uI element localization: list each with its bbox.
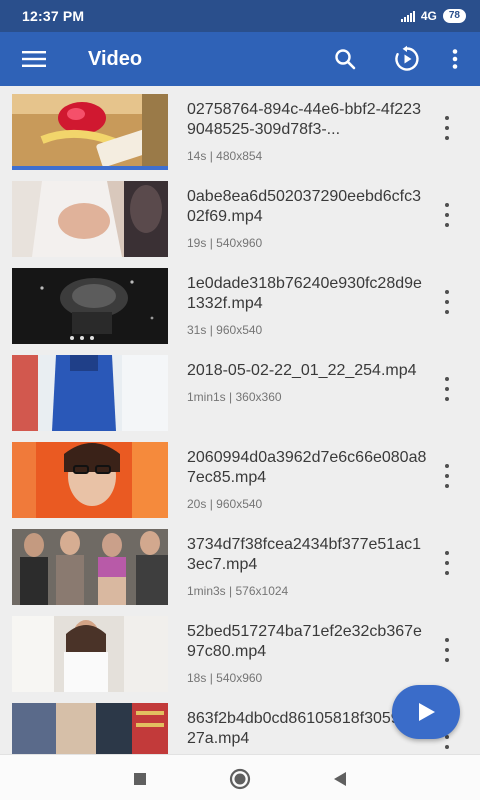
battery-icon: 78 [442, 9, 466, 23]
video-thumbnail[interactable] [12, 616, 168, 692]
resume-play-icon [395, 45, 419, 71]
meta-separator: | [209, 497, 213, 511]
status-time: 12:37 PM [22, 8, 85, 24]
page-title: Video [88, 47, 143, 70]
portrait-thumbnail-image [12, 442, 168, 518]
video-duration: 14s [187, 149, 207, 163]
video-thumbnail[interactable] [12, 94, 168, 170]
night-thumbnail-image [12, 268, 168, 344]
white-shirts-thumbnail-image [12, 616, 168, 692]
meta-separator: | [209, 149, 213, 163]
video-resolution: 960x540 [216, 497, 263, 511]
video-name: 863f2b4db0cd86105818f3059f0d27a.mp4 [187, 710, 422, 747]
video-meta: 20s | 960x540 [187, 497, 427, 511]
item-more-icon[interactable] [442, 464, 452, 488]
video-meta: 18s | 540x960 [187, 671, 427, 685]
video-meta: 19s | 540x960 [187, 236, 427, 250]
more-options-button[interactable] [438, 32, 472, 86]
item-more-icon[interactable] [442, 290, 452, 314]
video-duration: 1min3s [187, 584, 226, 598]
search-button[interactable] [314, 32, 376, 86]
recent-apps-icon [134, 773, 146, 785]
video-resolution: 960x540 [216, 323, 263, 337]
signal-icon [400, 10, 415, 22]
video-item[interactable]: 02758764-894c-44e6-bbf2-4f2239048525-309… [0, 86, 480, 173]
app-bar: Video [0, 32, 480, 86]
blue-dress-thumbnail-image [12, 355, 168, 431]
video-thumbnail[interactable] [12, 529, 168, 605]
video-name: 3734d7f38fcea2434bf377e51ac13ec7.mp4 [187, 536, 421, 573]
ring-thumbnail-image [12, 94, 168, 166]
video-name: 2018-05-02-22_01_22_254.mp4 [187, 362, 417, 379]
video-resolution: 360x360 [235, 390, 282, 404]
status-icons: 4G 78 [400, 9, 466, 23]
meta-separator: | [229, 584, 233, 598]
video-item[interactable]: 2060994d0a3962d7e6c66e080a87ec85.mp4 20s… [0, 434, 480, 521]
video-item[interactable]: 0abe8ea6d502037290eebd6cfc302f69.mp4 19s… [0, 173, 480, 260]
item-more-icon[interactable] [442, 377, 452, 401]
video-meta: 14s | 480x854 [187, 149, 427, 163]
video-resolution: 480x854 [216, 149, 263, 163]
video-duration: 1min1s [187, 390, 226, 404]
resume-playback-button[interactable] [376, 32, 438, 86]
video-item[interactable]: 2018-05-02-22_01_22_254.mp4 1min1s | 360… [0, 347, 480, 434]
system-nav-bar [0, 754, 480, 800]
video-list[interactable]: 02758764-894c-44e6-bbf2-4f2239048525-309… [0, 86, 480, 754]
back-button[interactable] [328, 767, 352, 791]
play-fab-button[interactable] [392, 685, 460, 739]
video-resolution: 576x1024 [235, 584, 289, 598]
video-item[interactable]: 3734d7f38fcea2434bf377e51ac13ec7.mp4 1mi… [0, 521, 480, 608]
meta-separator: | [209, 236, 213, 250]
video-resolution: 540x960 [216, 236, 263, 250]
status-bar: 12:37 PM 4G 78 [0, 0, 480, 32]
video-item[interactable]: 52bed517274ba71ef2e32cb367e97c80.mp4 18s… [0, 608, 480, 695]
video-thumbnail[interactable] [12, 181, 168, 257]
video-name: 52bed517274ba71ef2e32cb367e97c80.mp4 [187, 623, 422, 660]
recent-apps-button[interactable] [128, 767, 152, 791]
video-duration: 19s [187, 236, 207, 250]
meta-separator: | [229, 390, 233, 404]
group-thumbnail-image [12, 529, 168, 605]
item-more-icon[interactable] [442, 638, 452, 662]
home-button[interactable] [228, 767, 252, 791]
video-meta: 1min3s | 576x1024 [187, 584, 427, 598]
video-meta: 31s | 960x540 [187, 323, 427, 337]
search-icon [335, 49, 356, 70]
video-thumbnail[interactable] [12, 268, 168, 344]
meta-separator: | [209, 323, 213, 337]
video-duration: 18s [187, 671, 207, 685]
back-icon [334, 772, 346, 786]
meta-separator: | [209, 671, 213, 685]
network-type: 4G [420, 9, 437, 23]
menu-icon [22, 51, 46, 67]
video-name: 2060994d0a3962d7e6c66e080a87ec85.mp4 [187, 449, 427, 486]
video-meta: 1min1s | 360x360 [187, 390, 427, 404]
people-thumbnail-image [12, 181, 168, 257]
video-name: 0abe8ea6d502037290eebd6cfc302f69.mp4 [187, 188, 422, 225]
home-icon [229, 768, 251, 790]
family-thumbnail-image [12, 703, 168, 754]
video-name: 1e0dade318b76240e930fc28d9e1332f.mp4 [187, 275, 422, 312]
item-more-icon[interactable] [442, 116, 452, 140]
video-duration: 20s [187, 497, 207, 511]
video-thumbnail[interactable] [12, 442, 168, 518]
video-item[interactable]: 1e0dade318b76240e930fc28d9e1332f.mp4 31s… [0, 260, 480, 347]
menu-button[interactable] [0, 32, 68, 86]
play-icon [419, 703, 435, 721]
more-vert-icon [452, 49, 458, 69]
video-resolution: 540x960 [216, 671, 263, 685]
video-thumbnail[interactable] [12, 355, 168, 431]
video-thumbnail[interactable] [12, 703, 168, 754]
video-duration: 31s [187, 323, 207, 337]
item-more-icon[interactable] [442, 203, 452, 227]
video-name: 02758764-894c-44e6-bbf2-4f2239048525-309… [187, 101, 421, 138]
item-more-icon[interactable] [442, 551, 452, 575]
